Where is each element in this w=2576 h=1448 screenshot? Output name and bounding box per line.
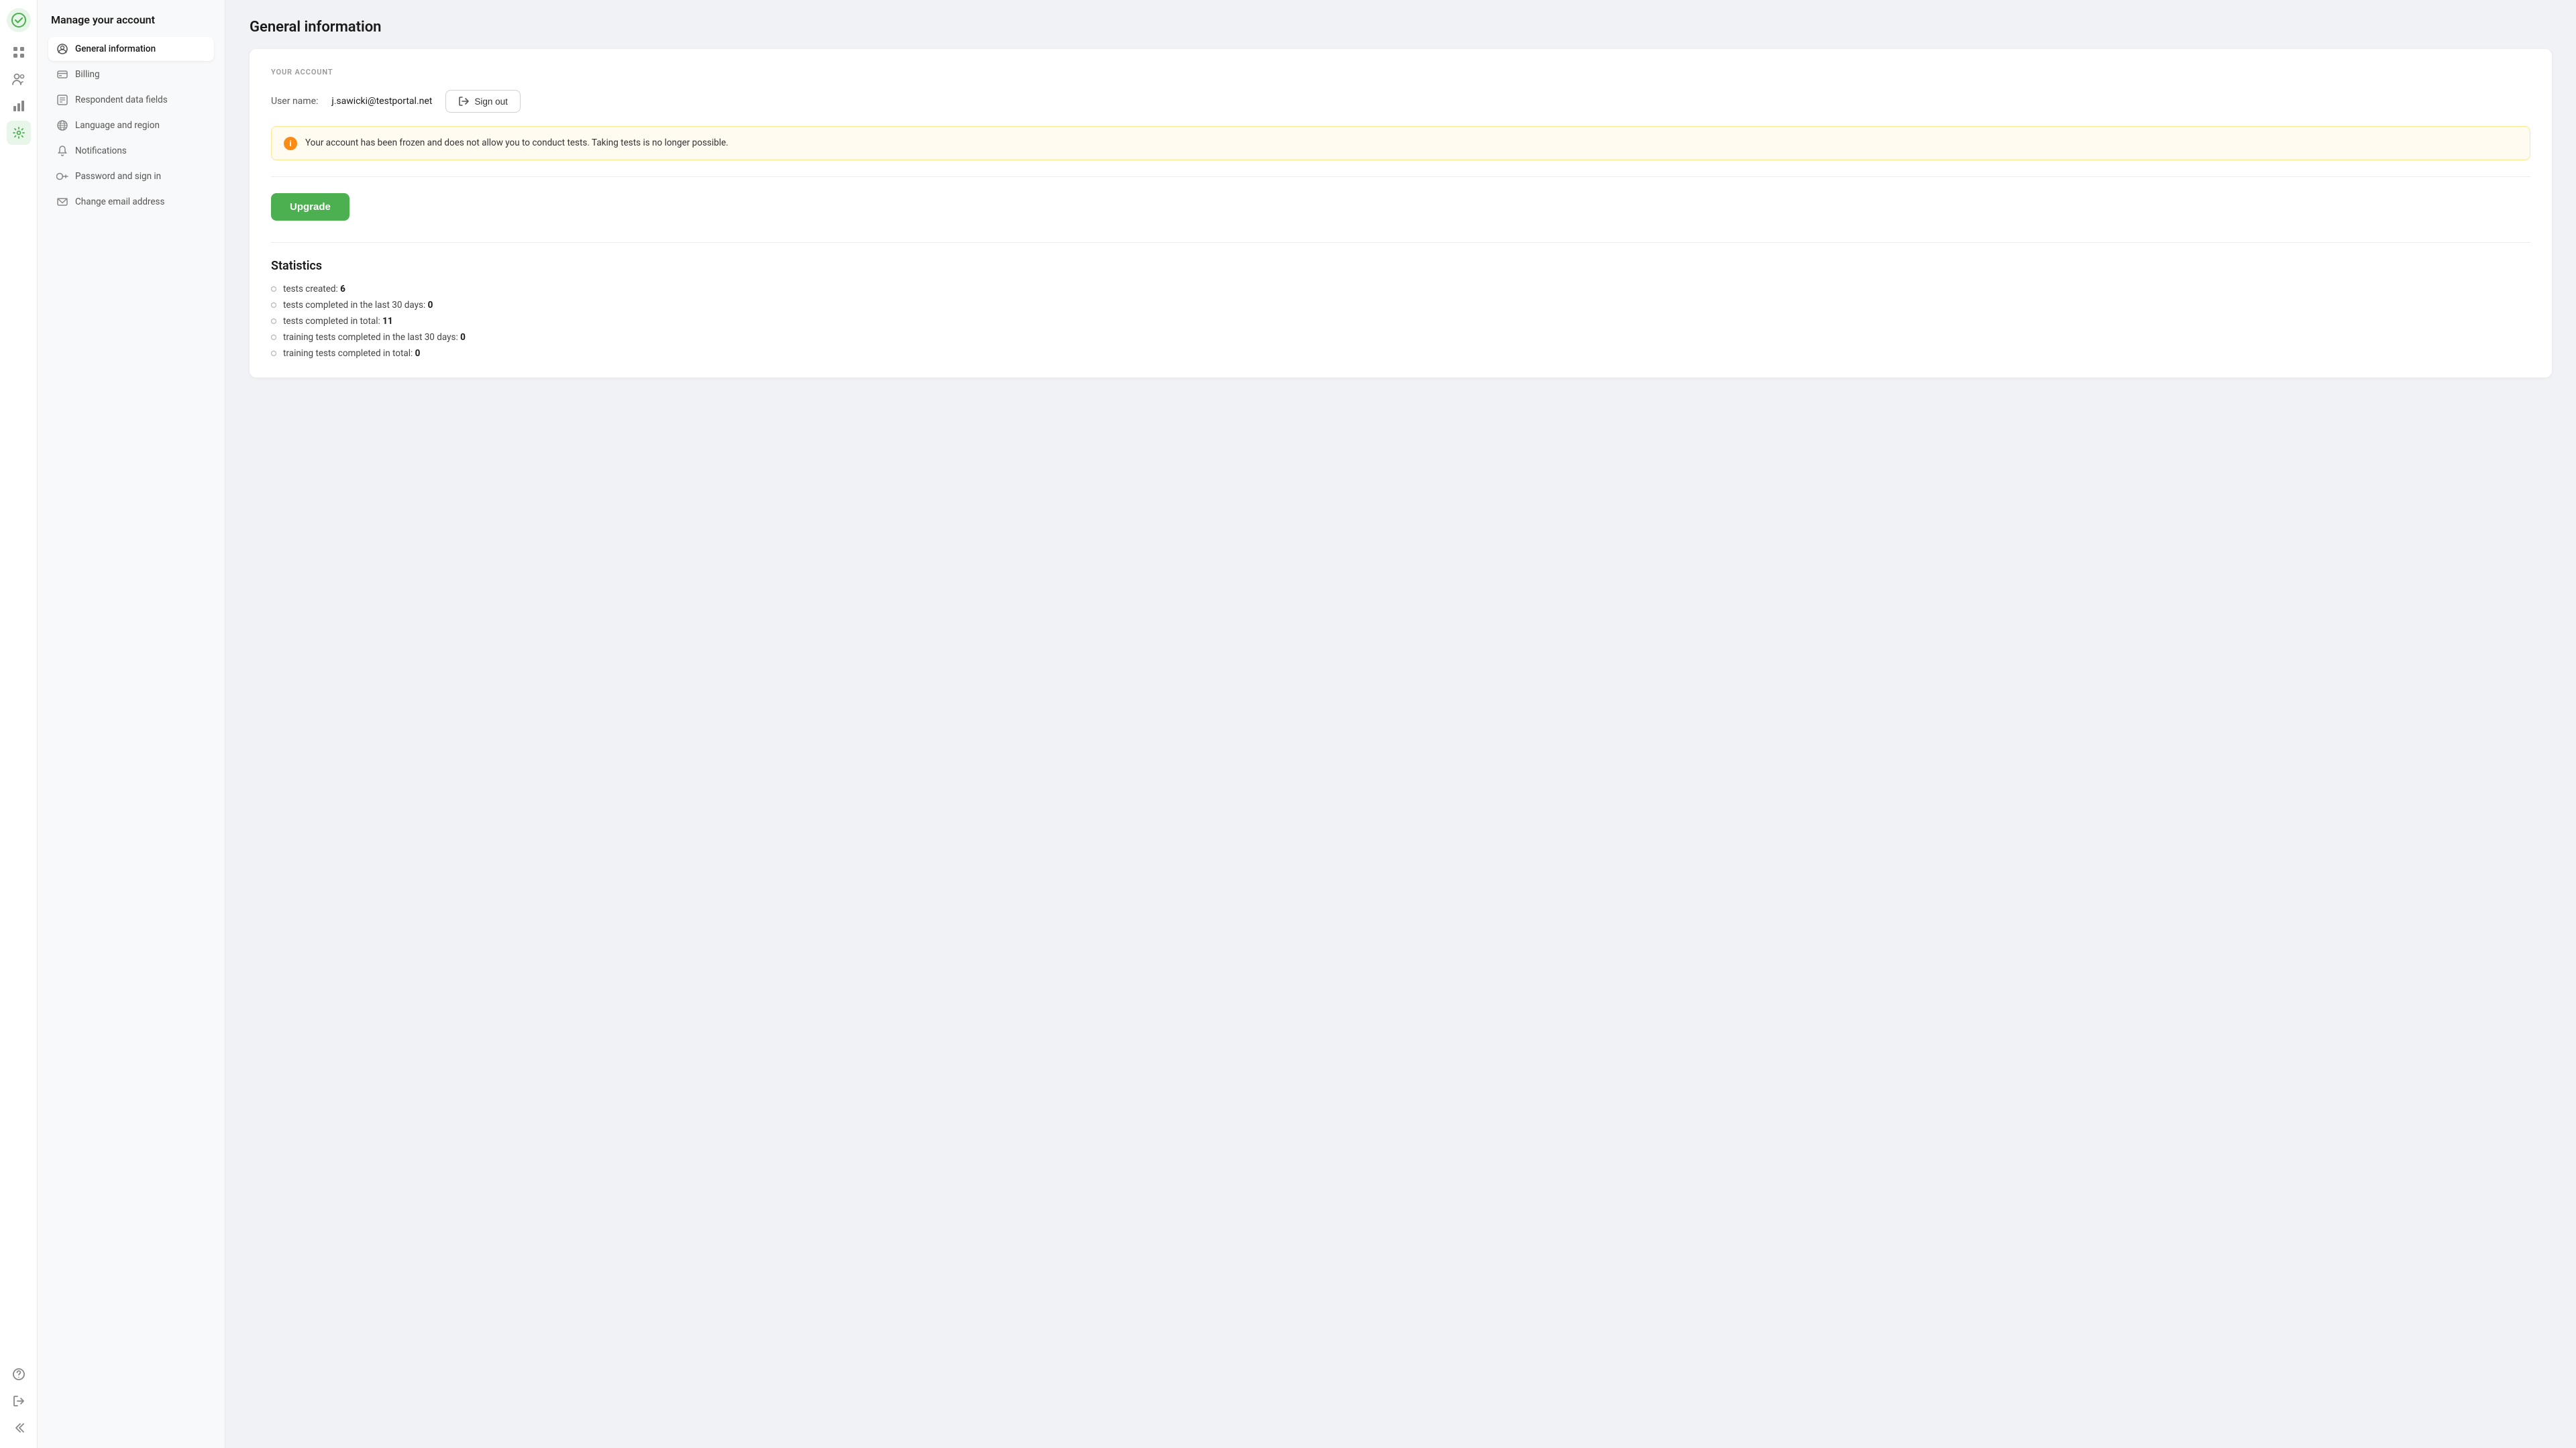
stat-text-1: tests completed in the last 30 days: 0 (283, 300, 433, 311)
settings-icon-button[interactable] (7, 121, 31, 145)
sidebar-item-language[interactable]: Language and region (48, 113, 214, 137)
statistics-title: Statistics (271, 259, 2530, 273)
stat-item-4: training tests completed in total: 0 (271, 348, 2530, 359)
stat-bullet-3 (271, 335, 276, 340)
sign-out-label: Sign out (474, 97, 508, 107)
sidebar-item-password-label: Password and sign in (75, 171, 161, 182)
sign-out-icon (458, 96, 469, 107)
sidebar: Manage your account General information … (38, 0, 225, 1448)
sidebar-item-notifications[interactable]: Notifications (48, 139, 214, 163)
sidebar-item-email-label: Change email address (75, 197, 164, 207)
sign-out-button[interactable]: Sign out (445, 90, 521, 113)
users-icon-button[interactable] (7, 67, 31, 91)
stat-bullet-2 (271, 319, 276, 324)
username-value: j.sawicki@testportal.net (331, 96, 432, 107)
chart-icon-button[interactable] (7, 94, 31, 118)
collapse-icon-button[interactable] (7, 1416, 31, 1440)
sidebar-item-general-label: General information (75, 44, 156, 54)
sidebar-item-respondent[interactable]: Respondent data fields (48, 88, 214, 112)
page-title: General information (250, 19, 2552, 36)
stat-bullet-4 (271, 351, 276, 356)
sidebar-item-billing-label: Billing (75, 69, 100, 80)
user-circle-icon (56, 43, 68, 55)
warning-icon: i (284, 137, 297, 150)
divider-2 (271, 242, 2530, 243)
envelope-icon (56, 196, 68, 208)
upgrade-button[interactable]: Upgrade (271, 193, 350, 221)
bell-icon (56, 145, 68, 157)
stat-text-2: tests completed in total: 11 (283, 316, 393, 327)
sidebar-item-billing[interactable]: Billing (48, 62, 214, 87)
sidebar-item-notifications-label: Notifications (75, 146, 127, 156)
logo-button[interactable] (7, 8, 31, 32)
warning-message: Your account has been frozen and does no… (305, 136, 729, 150)
nav-signout-icon-button[interactable] (7, 1389, 31, 1413)
grid-icon-button[interactable] (7, 40, 31, 64)
warning-banner: i Your account has been frozen and does … (271, 126, 2530, 160)
sidebar-item-general[interactable]: General information (48, 37, 214, 61)
content-card: YOUR ACCOUNT User name: j.sawicki@testpo… (250, 49, 2552, 378)
stat-item-2: tests completed in total: 11 (271, 316, 2530, 327)
stat-text-3: training tests completed in the last 30 … (283, 332, 466, 343)
help-icon-button[interactable] (7, 1362, 31, 1386)
main-content: General information YOUR ACCOUNT User na… (225, 0, 2576, 1448)
your-account-section-label: YOUR ACCOUNT (271, 68, 2530, 76)
divider-1 (271, 176, 2530, 177)
user-row: User name: j.sawicki@testportal.net Sign… (271, 90, 2530, 113)
sidebar-item-language-label: Language and region (75, 120, 160, 131)
stat-text-0: tests created: 6 (283, 284, 345, 294)
statistics-list: tests created: 6 tests completed in the … (271, 284, 2530, 359)
billing-icon (56, 68, 68, 80)
stat-bullet-0 (271, 286, 276, 292)
stat-item-0: tests created: 6 (271, 284, 2530, 294)
username-label: User name: (271, 96, 318, 107)
key-icon (56, 170, 68, 182)
sidebar-title: Manage your account (48, 13, 214, 26)
sidebar-item-respondent-label: Respondent data fields (75, 95, 168, 105)
globe-icon (56, 119, 68, 131)
stat-item-3: training tests completed in the last 30 … (271, 332, 2530, 343)
stat-text-4: training tests completed in total: 0 (283, 348, 420, 359)
stat-item-1: tests completed in the last 30 days: 0 (271, 300, 2530, 311)
stat-bullet-1 (271, 302, 276, 308)
respondent-icon (56, 94, 68, 106)
sidebar-item-email[interactable]: Change email address (48, 190, 214, 214)
icon-bar (0, 0, 38, 1448)
sidebar-item-password[interactable]: Password and sign in (48, 164, 214, 188)
